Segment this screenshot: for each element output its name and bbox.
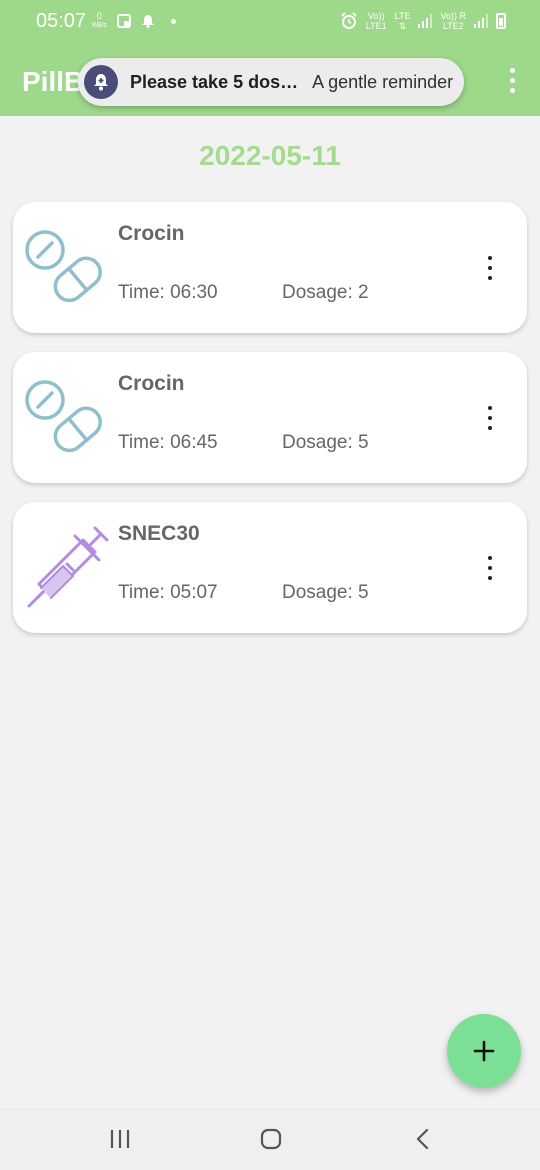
sim2-volte-line: Vo)) R <box>440 11 466 21</box>
recent-apps-button[interactable] <box>105 1126 135 1152</box>
home-icon <box>260 1128 282 1150</box>
options-dot-icon <box>488 576 492 580</box>
card-options-button[interactable] <box>483 406 497 436</box>
data-speed-value: 0 <box>96 11 102 21</box>
signal-icon-1 <box>418 14 433 28</box>
menu-dot-icon <box>509 68 515 73</box>
options-dot-icon <box>488 406 492 410</box>
status-icons-right: Vo)) LTE1 LTE ⇅ Vo)) R LTE2 <box>340 9 506 33</box>
status-time: 05:07 <box>36 10 87 32</box>
options-dot-icon <box>488 566 492 570</box>
sim1-indicator: Vo)) LTE1 <box>366 11 387 31</box>
data-arrows-icon: ⇅ <box>398 21 407 31</box>
notification-bell-icon <box>84 65 118 99</box>
overflow-menu-button[interactable] <box>504 68 520 94</box>
card-options-button[interactable] <box>483 256 497 286</box>
data-speed-indicator: 0 KB/s <box>92 11 107 31</box>
sim2-volte: Vo)) <box>440 11 457 21</box>
sim2-label: LTE2 <box>442 21 464 31</box>
medication-name: Crocin <box>118 222 185 245</box>
medication-card[interactable]: Crocin Time: 06:45 Dosage: 5 <box>13 352 527 483</box>
sim1-label: LTE1 <box>365 21 387 31</box>
menu-dot-icon <box>509 78 515 83</box>
screenshot-icon <box>116 14 131 28</box>
status-bar: 05:07 0 KB/s Vo)) LTE1 LTE ⇅ Vo)) R LTE2 <box>0 0 540 44</box>
selected-date: 2022-05-11 <box>199 140 341 171</box>
medication-name: Crocin <box>118 372 185 395</box>
app-title: PillB <box>22 66 85 97</box>
system-navigation-bar <box>0 1108 540 1170</box>
medication-time: Time: 06:30 <box>118 282 218 303</box>
medication-name: SNEC30 <box>118 522 200 545</box>
plus-icon <box>473 1040 495 1062</box>
data-speed-unit: KB/s <box>92 22 107 29</box>
options-dot-icon <box>488 256 492 260</box>
back-button[interactable] <box>408 1126 438 1152</box>
add-medication-button[interactable] <box>447 1014 521 1088</box>
options-dot-icon <box>488 266 492 270</box>
signal-icon-2 <box>474 14 488 28</box>
sim2-indicator: Vo)) R LTE2 <box>440 11 466 31</box>
medication-card[interactable]: Crocin Time: 06:30 Dosage: 2 <box>13 202 527 333</box>
options-dot-icon <box>488 416 492 420</box>
medication-dosage: Dosage: 2 <box>282 282 369 303</box>
menu-dot-icon <box>509 88 515 93</box>
options-dot-icon <box>488 276 492 280</box>
options-dot-icon <box>488 556 492 560</box>
sim2-roaming: R <box>459 11 467 21</box>
alarm-icon <box>341 12 357 29</box>
pill-icon <box>25 230 102 303</box>
medication-card[interactable]: SNEC30 Time: 05:07 Dosage: 5 <box>13 502 527 633</box>
recent-apps-icon <box>110 1130 130 1148</box>
pill-icon <box>25 380 102 453</box>
home-button[interactable] <box>256 1126 286 1152</box>
lte-indicator: LTE ⇅ <box>395 11 411 31</box>
medication-time: Time: 05:07 <box>118 582 218 603</box>
notification-subtitle: A gentle reminder <box>312 71 454 92</box>
notification-title: Please take 5 dos… <box>130 71 299 92</box>
sim1-volte: Vo)) <box>367 11 385 21</box>
bell-icon <box>141 15 154 28</box>
dot-icon <box>170 18 176 24</box>
medication-dosage: Dosage: 5 <box>282 432 369 453</box>
card-options-button[interactable] <box>483 556 497 586</box>
reminder-notification[interactable]: Please take 5 dos… A gentle reminder <box>78 58 464 106</box>
back-icon <box>416 1128 429 1150</box>
medication-time: Time: 06:45 <box>118 432 218 453</box>
lte-label: LTE <box>394 11 411 21</box>
status-icons-left: 0 KB/s <box>92 10 176 32</box>
syringe-icon <box>27 526 109 608</box>
medication-dosage: Dosage: 5 <box>282 582 369 603</box>
options-dot-icon <box>488 426 492 430</box>
battery-icon <box>496 13 506 29</box>
